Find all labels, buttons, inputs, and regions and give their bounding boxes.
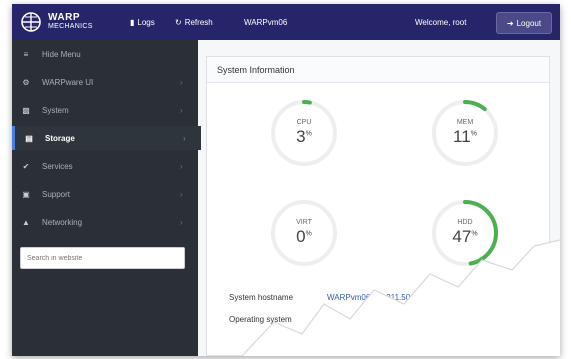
- app-window: WARP MECHANICS ▮ Logs ↻ Refresh WARPvm06…: [12, 4, 560, 356]
- torn-paper-edge: [241, 239, 560, 356]
